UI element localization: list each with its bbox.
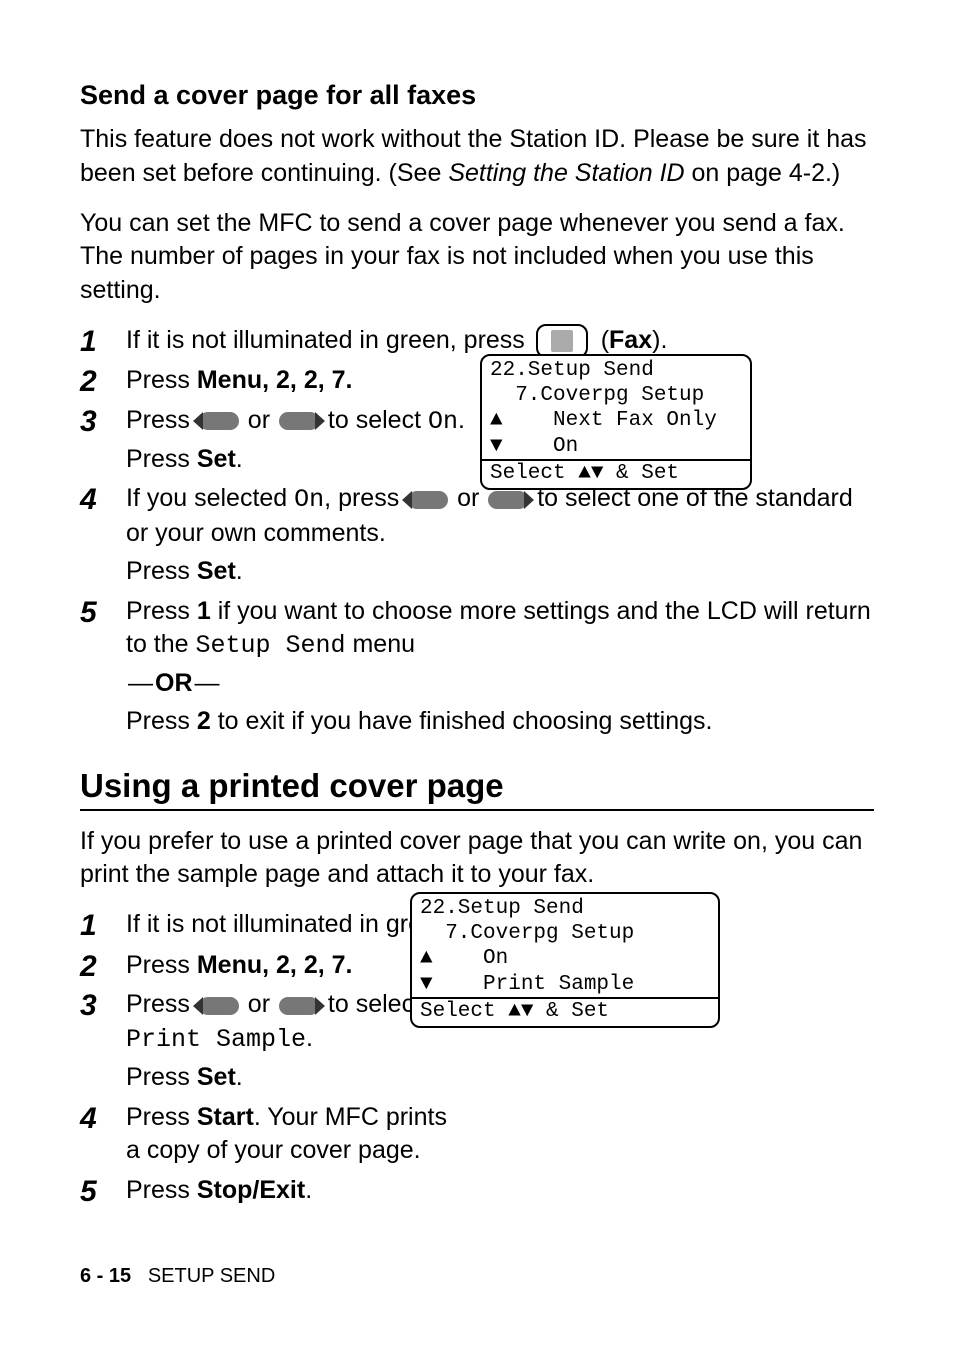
step-b-3-press: Press <box>126 990 197 1018</box>
step-b-5-a: Press <box>126 1176 197 1204</box>
lcd1-row2: 7.Coverpg Setup <box>490 383 742 408</box>
para-printed-desc: If you prefer to use a printed cover pag… <box>80 825 874 893</box>
step-b-3: Press or to select Print Sample. Press S… <box>126 988 456 1094</box>
right-arrow-icon <box>279 412 319 430</box>
para-feature-desc: You can set the MFC to send a cover page… <box>80 207 874 308</box>
lcd-display-1: 22.Setup Send 7.Coverpg Setup ▲ Next Fax… <box>480 354 752 490</box>
step-b-3-sub: Press Set. <box>126 1061 456 1095</box>
left-arrow-icon <box>199 412 239 430</box>
link-setting-station-id: Setting the Station ID <box>448 159 684 187</box>
step-a-4-or: or <box>450 484 486 512</box>
step-a-5: Press 1 if you want to choose more setti… <box>126 595 874 739</box>
lcd2-row1: 22.Setup Send <box>420 896 710 921</box>
or-label: OR <box>155 669 193 697</box>
key-1: 1 <box>197 597 211 625</box>
step-a-5-c: menu <box>346 630 415 658</box>
step-a-5-d: Press <box>126 707 197 735</box>
step-b-5-b: . <box>305 1176 312 1204</box>
step-b-4: Press Start. Your MFC prints a copy of y… <box>126 1101 456 1169</box>
fax-label: Fax <box>609 326 652 354</box>
step-a-4-on: On <box>294 485 324 514</box>
heading-printed-cover: Using a printed cover page <box>80 767 874 805</box>
step-a-4-press: Press <box>126 557 197 585</box>
step-a-3-press: Press <box>126 406 197 434</box>
lcd-display-2: 22.Setup Send 7.Coverpg Setup ▲ On ▼ Pri… <box>410 892 720 1028</box>
page: Send a cover page for all faxes This fea… <box>0 0 954 1352</box>
setup-send-menu: Setup Send <box>196 631 346 660</box>
lcd2-row5: Select ▲▼ & Set <box>412 997 718 1026</box>
step-a-3-on: On <box>428 407 458 436</box>
lcd2-row3: ▲ On <box>420 946 710 971</box>
para-stationid-b: on page 4-2.) <box>685 159 841 187</box>
steps-a: If it is not illuminated in green, press… <box>80 324 874 739</box>
lcd1-row4: ▼ On <box>490 434 742 459</box>
page-footer: 6 - 15 SETUP SEND <box>80 1265 275 1288</box>
lcd2-row2: 7.Coverpg Setup <box>420 921 710 946</box>
lcd1-row5: Select ▲▼ & Set <box>482 459 750 488</box>
menu-label: Menu <box>197 951 262 979</box>
step-a-4-b: , press <box>324 484 406 512</box>
step-a-4-sub: Press Set. <box>126 555 874 589</box>
step-b-3-press2: Press <box>126 1063 197 1091</box>
step-a-4-a: If you selected <box>126 484 294 512</box>
step-a-1: If it is not illuminated in green, press… <box>126 324 874 358</box>
menu-label: Menu <box>197 366 262 394</box>
right-arrow-icon <box>279 997 319 1015</box>
step-a-1-text-c: ). <box>652 326 667 354</box>
stop-exit-label: Stop/Exit <box>197 1176 305 1204</box>
step-a-1-text-a: If it is not illuminated in green, press <box>126 326 532 354</box>
step-b-3-b: to select <box>321 990 421 1018</box>
separator <box>80 809 874 811</box>
step-b-3-dot: . <box>306 1024 313 1052</box>
para-stationid: This feature does not work without the S… <box>80 123 874 191</box>
start-label: Start <box>197 1103 254 1131</box>
left-arrow-icon <box>408 491 448 509</box>
step-a-5-or: —OR— <box>126 667 874 701</box>
step-a-3-or: or <box>241 406 277 434</box>
set-label: Set <box>197 1063 236 1091</box>
dash-icon: — <box>128 669 153 697</box>
step-a-3-dot: . <box>458 406 465 434</box>
step-a-5-sub2: Press 2 to exit if you have finished cho… <box>126 705 874 739</box>
step-b-2-press: Press <box>126 951 197 979</box>
set-label: Set <box>197 445 236 473</box>
lcd1-row3: ▲ Next Fax Only <box>490 408 742 433</box>
page-number: 6 - 15 <box>80 1265 131 1287</box>
print-sample-val: Print Sample <box>126 1025 306 1054</box>
step-a-5-a: Press <box>126 597 197 625</box>
step-a-5-e: to exit if you have finished choosing se… <box>211 707 713 735</box>
step-a-3-dot2: . <box>236 445 243 473</box>
step-a-3-press2: Press <box>126 445 197 473</box>
step-a-3-b: to select <box>321 406 428 434</box>
dash-icon: — <box>195 669 220 697</box>
heading-coverpage-all: Send a cover page for all faxes <box>80 80 874 111</box>
left-arrow-icon <box>199 997 239 1015</box>
key-2: 2 <box>197 707 211 735</box>
lcd2-row4: ▼ Print Sample <box>420 972 710 997</box>
lcd1-row1: 22.Setup Send <box>490 358 742 383</box>
footer-section: SETUP SEND <box>148 1265 275 1287</box>
step-a-1-text-b: ( <box>594 326 609 354</box>
menu-seq: , 2, 2, 7. <box>262 366 352 394</box>
step-b-3-or: or <box>241 990 277 1018</box>
step-a-4: If you selected On, press or to select o… <box>126 482 874 588</box>
step-a-4-dot: . <box>236 557 243 585</box>
menu-seq: , 2, 2, 7. <box>262 951 352 979</box>
step-a-2-press: Press <box>126 366 197 394</box>
step-b-3-dot2: . <box>236 1063 243 1091</box>
step-b-4-a: Press <box>126 1103 197 1131</box>
step-b-5: Press Stop/Exit. <box>126 1174 874 1208</box>
set-label: Set <box>197 557 236 585</box>
right-arrow-icon <box>488 491 528 509</box>
